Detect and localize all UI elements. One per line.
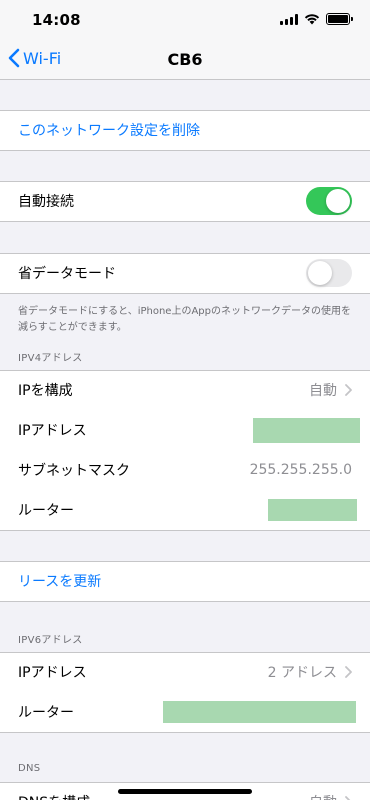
ipv4-configure-label: IPを構成 xyxy=(18,383,73,399)
forget-network-label: このネットワーク設定を削除 xyxy=(18,123,200,139)
subnet-mask-label: サブネットマスク xyxy=(18,463,130,479)
ipv6-router-row: ルーター xyxy=(0,692,370,732)
auto-join-label: 自動接続 xyxy=(18,194,74,210)
redacted-ipv6-router-address xyxy=(163,701,356,723)
chevron-right-icon xyxy=(345,666,352,678)
low-data-mode-toggle[interactable] xyxy=(306,259,352,287)
low-data-mode-description: 省データモードにすると、iPhone上のAppのネットワークデータの使用を減らす… xyxy=(18,306,351,333)
status-bar: 14:08 xyxy=(0,0,370,40)
ipv4-address-label: IPアドレス xyxy=(18,423,87,439)
page-title: CB6 xyxy=(167,50,203,69)
ipv4-configure-value: 自動 xyxy=(309,380,352,400)
ipv6-address-value: 2 アドレス xyxy=(268,662,352,682)
low-data-mode-row: 省データモード xyxy=(0,253,370,293)
battery-icon xyxy=(326,13,353,25)
chevron-right-icon xyxy=(345,384,352,396)
ipv4-router-row: ルーター xyxy=(0,490,370,530)
renew-lease-button[interactable]: リースを更新 xyxy=(0,561,370,601)
redacted-router-address xyxy=(268,499,357,521)
auto-join-row: 自動接続 xyxy=(0,181,370,221)
redacted-ip-address xyxy=(253,417,360,443)
renew-lease-label: リースを更新 xyxy=(18,574,102,590)
ipv6-router-label: ルーター xyxy=(18,705,74,721)
status-time: 14:08 xyxy=(32,11,81,29)
ipv4-router-label: ルーター xyxy=(18,503,74,519)
ipv6-address-row[interactable]: IPアドレス 2 アドレス xyxy=(0,652,370,692)
subnet-mask-value: 255.255.255.0 xyxy=(249,462,352,478)
forget-network-button[interactable]: このネットワーク設定を削除 xyxy=(0,110,370,150)
dns-section-header: DNS xyxy=(18,763,41,774)
ipv6-address-label: IPアドレス xyxy=(18,665,87,681)
ipv4-section-header: IPV4アドレス xyxy=(18,353,83,364)
cellular-signal-icon xyxy=(280,13,298,25)
low-data-mode-label: 省データモード xyxy=(18,266,116,282)
navigation-bar: Wi-Fi CB6 xyxy=(0,40,370,80)
dns-configure-value: 自動 xyxy=(309,792,352,800)
home-indicator xyxy=(118,789,252,794)
ipv4-address-row: IPアドレス xyxy=(0,410,370,450)
ipv4-configure-row[interactable]: IPを構成 自動 xyxy=(0,370,370,410)
chevron-right-icon xyxy=(345,796,351,800)
dns-configure-label: DNSを構成 xyxy=(18,792,90,800)
ipv6-section-header: IPV6アドレス xyxy=(18,635,83,646)
status-icons xyxy=(280,13,353,25)
subnet-mask-row: サブネットマスク 255.255.255.0 xyxy=(0,450,370,490)
wifi-icon xyxy=(304,14,320,25)
auto-join-toggle[interactable] xyxy=(306,187,352,215)
